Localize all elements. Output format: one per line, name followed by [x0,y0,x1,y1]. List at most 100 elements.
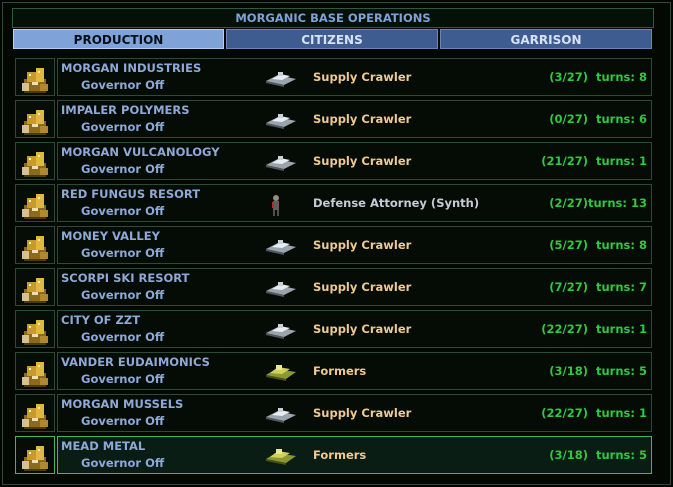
build-progress: (3/18) [549,364,588,378]
base-row[interactable]: MEAD METAL Governor Off Formers (3/18) turns… [57,436,652,474]
turns-remaining: turns: 8 [596,70,647,84]
base-icon[interactable] [15,100,55,138]
governor-status: Governor Off [81,288,165,302]
governor-status: Governor Off [81,456,165,470]
turns-label: turns: [587,196,627,210]
supply-crawler-icon [264,109,298,134]
build-progress: (5/27) [549,238,588,252]
base-icon[interactable] [15,226,55,264]
supply-crawler-icon [264,403,298,428]
base-icon[interactable] [15,142,55,180]
turns-remaining: turns: 1 [596,406,647,420]
build-item-name: Defense Attorney (Synth) [313,196,480,210]
governor-status: Governor Off [81,204,165,218]
turns-label: turns: [595,70,635,84]
base-name: RED FUNGUS RESORT [61,187,201,201]
build-item-name: Supply Crawler [313,154,412,168]
turns-remaining: turns: 13 [588,196,647,210]
formers-icon [264,361,298,386]
build-item-name: Supply Crawler [313,238,412,252]
defense-attorney-icon [264,193,288,220]
base-name: MORGAN VULCANOLOGY [61,145,220,159]
base-name: MONEY VALLEY [61,229,160,243]
governor-status: Governor Off [81,330,165,344]
turns-remaining: turns: 7 [596,280,647,294]
governor-status: Governor Off [81,372,165,386]
base-name: MORGAN INDUSTRIES [61,61,202,75]
supply-crawler-icon [264,67,298,92]
turns-remaining: turns: 5 [596,448,647,462]
supply-crawler-icon [264,235,298,260]
base-icon[interactable] [15,394,55,432]
build-item-name: Supply Crawler [313,280,412,294]
base-row[interactable]: MORGAN VULCANOLOGY Governor Off Supply Cra… [57,142,652,180]
turns-value: 1 [638,406,647,420]
build-progress: (0/27) [549,112,588,126]
turns-label: turns: [595,406,635,420]
build-item-name: Supply Crawler [313,322,412,336]
base-row[interactable]: MONEY VALLEY Governor Off Supply Crawler (5… [57,226,652,264]
turns-value: 7 [638,280,647,294]
tab-production[interactable]: PRODUCTION [13,29,224,49]
supply-crawler-icon [264,151,298,176]
supply-crawler-icon [264,319,298,344]
base-row[interactable]: MORGAN INDUSTRIES Governor Off Supply Craw… [57,58,652,96]
base-icon[interactable] [15,310,55,348]
base-row[interactable]: RED FUNGUS RESORT Governor Off Defense Att… [57,184,652,222]
base-row[interactable]: MORGAN MUSSELS Governor Off Supply Crawler… [57,394,652,432]
build-item-name: Formers [313,364,367,378]
turns-value: 5 [638,364,647,378]
base-row[interactable]: VANDER EUDAIMONICS Governor Off Formers (3/… [57,352,652,390]
base-icon[interactable] [15,352,55,390]
base-name: SCORPI SKI RESORT [61,271,190,285]
base-icon[interactable] [15,58,55,96]
build-progress: (7/27) [549,280,588,294]
base-icon[interactable] [15,436,55,474]
governor-status: Governor Off [81,162,165,176]
turns-label: turns: [595,154,635,168]
base-name: MEAD METAL [61,439,146,453]
tab-garrison[interactable]: GARRISON [440,29,652,49]
base-icon[interactable] [15,268,55,306]
turns-label: turns: [595,448,635,462]
turns-remaining: turns: 1 [596,322,647,336]
build-item-name: Formers [313,448,367,462]
turns-remaining: turns: 5 [596,364,647,378]
base-name: VANDER EUDAIMONICS [61,355,210,369]
base-row[interactable]: CITY OF ZZT Governor Off Supply Crawler (22… [57,310,652,348]
turns-remaining: turns: 1 [596,154,647,168]
base-icon[interactable] [15,184,55,222]
base-row[interactable]: SCORPI SKI RESORT Governor Off Supply Craw… [57,268,652,306]
tab-citizens[interactable]: CITIZENS [226,29,438,49]
base-name: IMPALER POLYMERS [61,103,190,117]
turns-value: 5 [638,448,647,462]
base-row[interactable]: IMPALER POLYMERS Governor Off Supply Crawl… [57,100,652,138]
supply-crawler-icon [264,277,298,302]
turns-label: turns: [595,238,635,252]
build-item-name: Supply Crawler [313,112,412,126]
build-progress: (3/27) [549,70,588,84]
turns-label: turns: [595,280,635,294]
turns-label: turns: [595,364,635,378]
governor-status: Governor Off [81,78,165,92]
governor-status: Governor Off [81,120,165,134]
base-name: CITY OF ZZT [61,313,141,327]
turns-value: 8 [638,238,647,252]
build-progress: (2/27) [549,196,588,210]
formers-icon [264,445,298,470]
build-item-name: Supply Crawler [313,406,412,420]
window-title: MORGANIC BASE OPERATIONS [12,8,654,28]
turns-value: 13 [630,196,647,210]
build-progress: (22/27) [541,406,588,420]
build-progress: (3/18) [549,448,588,462]
turns-value: 8 [638,70,647,84]
turns-value: 1 [638,322,647,336]
turns-value: 1 [638,154,647,168]
build-item-name: Supply Crawler [313,70,412,84]
build-progress: (21/27) [541,154,588,168]
turns-remaining: turns: 8 [596,238,647,252]
build-progress: (22/27) [541,322,588,336]
governor-status: Governor Off [81,246,165,260]
turns-label: turns: [595,322,635,336]
turns-remaining: turns: 6 [596,112,647,126]
